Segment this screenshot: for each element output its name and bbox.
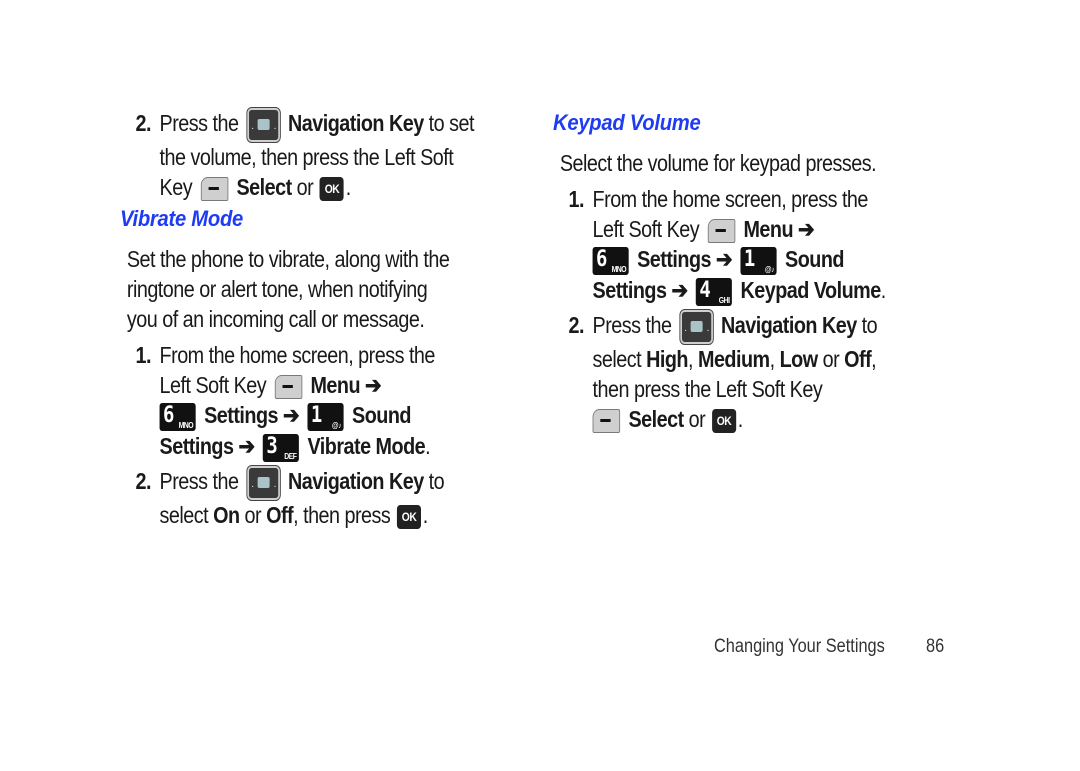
key-1-icon: 1 @♪ [307, 402, 344, 431]
left-soft-key-icon [707, 218, 736, 243]
left-column: 2.Press the Navigation Key to set the vo… [120, 108, 520, 530]
key-3-icon: 3 DEF [262, 433, 300, 462]
section-heading-keypad-volume: Keypad Volume [553, 110, 701, 135]
vibrate-step-1: 1. From the home screen, press the Left S… [135, 342, 435, 462]
navigation-key-icon [246, 108, 280, 144]
vibrate-description: Set the phone to vibrate, along with the… [126, 246, 450, 332]
key-4-icon: 4 GHI [695, 277, 733, 306]
key-6-icon: 6 MNO [592, 246, 629, 275]
right-column: Keypad Volume Select the volume for keyp… [553, 108, 943, 434]
left-soft-key-icon [274, 374, 303, 399]
vibrate-step-2: 2.Press the Navigation Key to select On … [120, 465, 520, 530]
navigation-key-icon [246, 465, 280, 502]
left-soft-key-icon [592, 408, 621, 433]
key-1-icon: 1 @♪ [740, 246, 777, 275]
ok-key-icon: OK [397, 504, 422, 529]
section-heading-vibrate-mode: Vibrate Mode [120, 206, 244, 231]
keypad-volume-description: Select the volume for keypad presses. [559, 150, 877, 176]
key-6-icon: 6 MNO [159, 402, 196, 431]
footer-section-title: Changing Your Settings [714, 636, 885, 657]
navigation-key-icon [679, 309, 713, 346]
ok-key-icon: OK [319, 176, 345, 201]
keypad-step-2: 2.Press the Navigation Key to select Hig… [553, 309, 943, 434]
step-2-volume: 2.Press the Navigation Key to set [120, 108, 474, 144]
keypad-step-1: 1. From the home screen, press the Left S… [568, 186, 886, 306]
page-number: 86 [926, 636, 945, 657]
ok-key-icon: OK [711, 408, 737, 433]
left-soft-key-icon [200, 176, 229, 201]
